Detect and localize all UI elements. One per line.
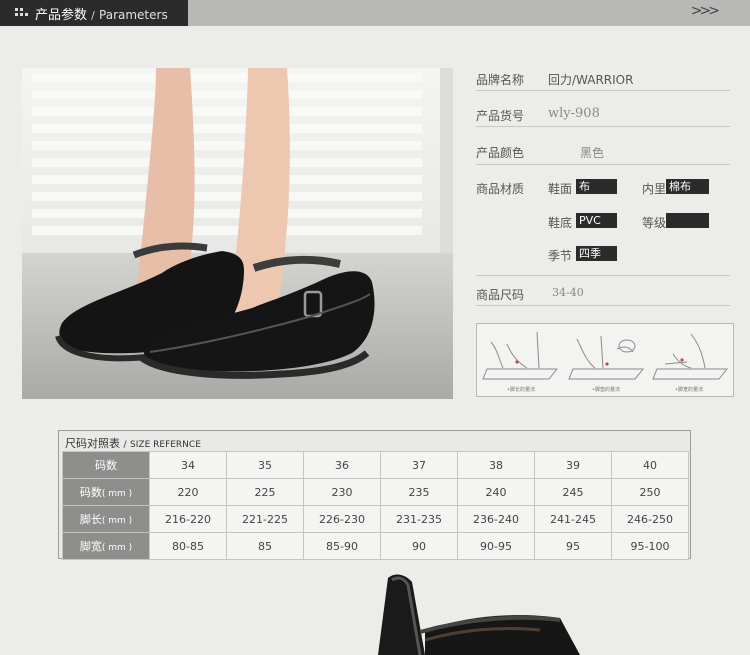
size-value: 34-40: [552, 286, 584, 299]
shoe-closeup-illustration: [378, 574, 580, 655]
section-title-separator: /: [91, 8, 95, 22]
size-grid: 码数 34 35 36 37 38 39 40 码数( mm ) 220 225 230 235 240 2…: [62, 451, 689, 560]
lining-value: 棉布: [666, 179, 709, 194]
section-title-cn: 产品参数: [35, 7, 88, 23]
size-cell: 85: [226, 532, 304, 560]
triple-chevron-icon: >>>: [690, 3, 720, 19]
grade-value: [666, 213, 709, 228]
size-row-label: 脚长: [79, 513, 102, 526]
material-label: 商品材质: [476, 182, 525, 196]
color-value: 黑色: [580, 146, 605, 160]
size-cell: 250: [611, 478, 689, 506]
season-value: 四季: [576, 246, 617, 261]
size-table-title-sep: /: [123, 440, 127, 450]
size-row-label: 码数: [95, 459, 117, 472]
size-cell: 85-90: [303, 532, 381, 560]
size-cell: 226-230: [303, 505, 381, 533]
caption-foot-pad: •脚垫的量法: [592, 387, 620, 393]
size-cell: 225: [226, 478, 304, 506]
size-cell: 241-245: [534, 505, 612, 533]
size-cell: 90-95: [457, 532, 535, 560]
size-cell: 80-85: [149, 532, 227, 560]
param-row-color: 产品颜色 黑色: [476, 139, 730, 165]
size-label: 商品尺码: [476, 288, 525, 302]
size-cell: 246-250: [611, 505, 689, 533]
size-cell: 37: [380, 451, 458, 479]
size-cell: 95-100: [611, 532, 689, 560]
upper-label: 鞋面: [548, 182, 573, 196]
size-cell: 36: [303, 451, 381, 479]
size-cell: 240: [457, 478, 535, 506]
section-title: 产品参数 / Parameters: [35, 4, 168, 23]
caption-foot-length: •脚长的量法: [507, 387, 535, 393]
size-row-header: 码数( mm ): [62, 478, 150, 506]
sole-label: 鞋底: [548, 216, 573, 230]
season-label: 季节: [548, 249, 573, 263]
size-table-row: 脚长( mm ) 216-220 221-225 226-230 231-235 236-…: [62, 505, 689, 533]
size-row-unit: ( mm ): [101, 489, 133, 499]
size-table-row: 码数( mm ) 220 225 230 235 240 245 250: [62, 478, 689, 506]
size-cell: 221-225: [226, 505, 304, 533]
sku-value: wly-908: [548, 106, 600, 121]
size-row-header: 脚宽( mm ): [62, 532, 150, 560]
upper-value: 布: [576, 179, 617, 194]
size-cell: 34: [149, 451, 227, 479]
caption-foot-width: •脚宽的量法: [675, 387, 703, 393]
shoe-on-feet-illustration: [22, 68, 453, 399]
size-cell: 216-220: [149, 505, 227, 533]
size-row-unit: ( mm ): [101, 516, 133, 526]
brand-value: 回力/WARRIOR: [548, 73, 634, 87]
sole-value: PVC: [576, 213, 617, 228]
size-cell: 245: [534, 478, 612, 506]
param-row-size: 商品尺码 34-40: [476, 281, 730, 306]
grid-dots-icon: [15, 7, 29, 19]
size-cell: 230: [303, 478, 381, 506]
sku-label: 产品货号: [476, 109, 525, 123]
size-row-header: 码数: [62, 451, 150, 479]
size-cell: 220: [149, 478, 227, 506]
param-row-sku: 产品货号 wly-908: [476, 102, 730, 127]
color-label: 产品颜色: [476, 146, 525, 160]
size-cell: 40: [611, 451, 689, 479]
size-table-title-en: SIZE REFERNCE: [130, 440, 201, 450]
size-cell: 35: [226, 451, 304, 479]
header-bar: >>>: [188, 0, 750, 26]
section-title-en: Parameters: [99, 7, 168, 22]
size-table-title: 尺码对照表 / SIZE REFERNCE: [65, 435, 201, 451]
grade-label: 等级: [642, 216, 667, 230]
size-row-header: 脚长( mm ): [62, 505, 150, 533]
size-cell: 95: [534, 532, 612, 560]
size-cell: 90: [380, 532, 458, 560]
product-photo: [22, 68, 453, 399]
lining-label: 内里: [642, 182, 667, 196]
measuring-guide: •脚长的量法 •脚垫的量法 •脚宽的量法: [476, 323, 734, 397]
size-row-unit: ( mm ): [101, 543, 133, 553]
param-row-material: 商品材质 鞋面 布 内里 棉布 鞋底 PVC 等级 季节 四季: [476, 172, 730, 276]
size-cell: 38: [457, 451, 535, 479]
size-table-row: 脚宽( mm ) 80-85 85 85-90 90 90-95 95 95-100: [62, 532, 689, 560]
size-cell: 39: [534, 451, 612, 479]
size-cell: 235: [380, 478, 458, 506]
size-cell: 236-240: [457, 505, 535, 533]
size-table: 尺码对照表 / SIZE REFERNCE 码数 34 35 36 37 38 39 40 码数…: [58, 430, 691, 560]
size-row-label: 码数: [79, 486, 102, 499]
size-row-label: 脚宽: [79, 540, 102, 553]
section-header: 产品参数 / Parameters: [0, 0, 188, 26]
product-detail-photo: [0, 560, 750, 655]
size-cell: 231-235: [380, 505, 458, 533]
size-table-row: 码数 34 35 36 37 38 39 40: [62, 451, 689, 479]
size-table-title-cn: 尺码对照表: [65, 437, 120, 450]
brand-label: 品牌名称: [476, 73, 525, 87]
param-row-brand: 品牌名称 回力/WARRIOR: [476, 66, 730, 91]
